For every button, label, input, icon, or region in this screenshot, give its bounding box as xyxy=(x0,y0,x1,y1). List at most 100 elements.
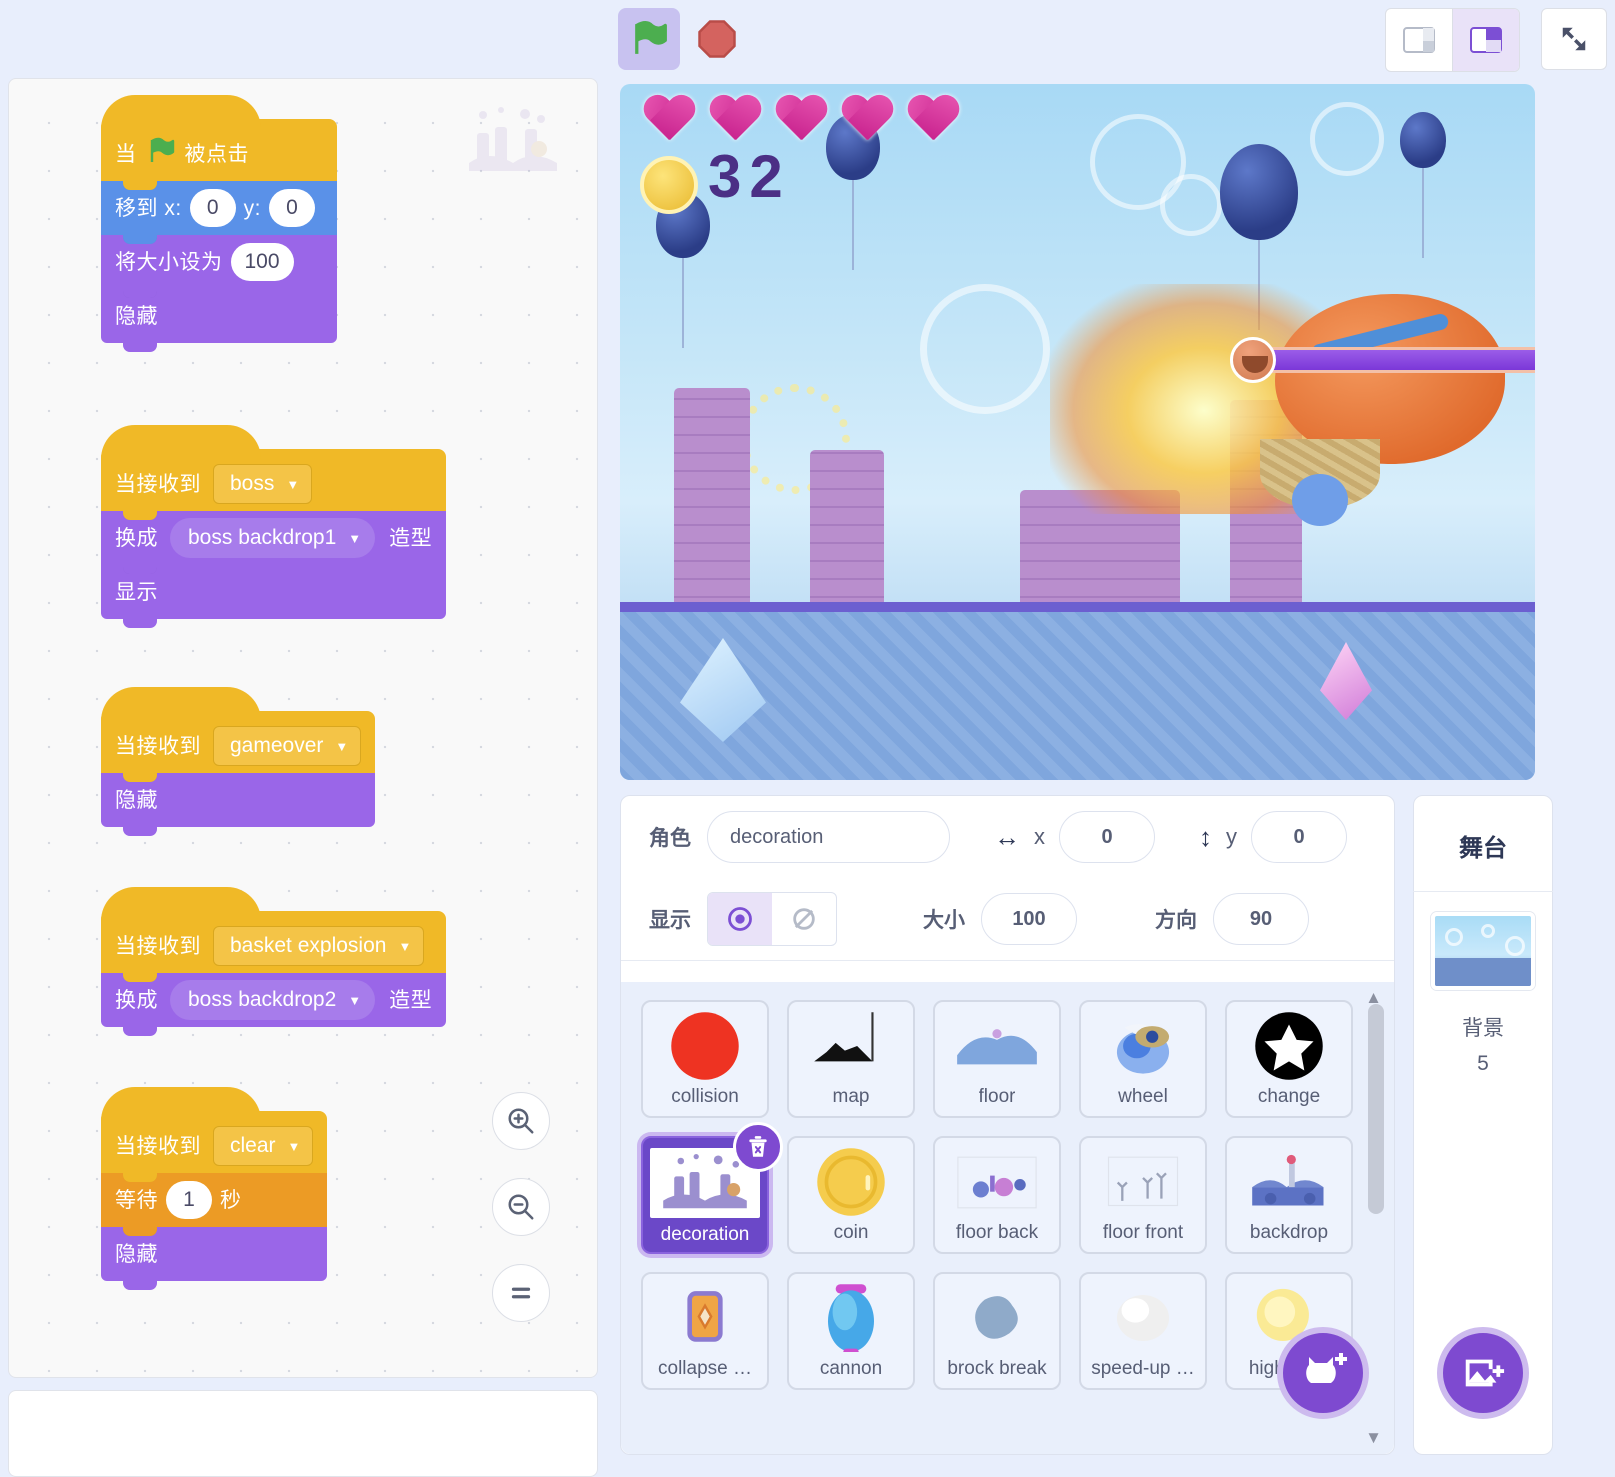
sprite-direction-label: 方向 xyxy=(1155,904,1197,934)
dropdown-costume-boss2[interactable]: boss backdrop2 ▼ xyxy=(170,980,375,1020)
zoom-out-button[interactable] xyxy=(492,1178,550,1236)
block-label-switch-post-1: 造型 xyxy=(389,528,432,549)
block-label-hide-3: 隐藏 xyxy=(115,1244,158,1265)
script-basket-explosion[interactable]: 当接收到 basket explosion ▼ 换成 boss backdrop… xyxy=(101,911,446,1027)
sprite-visibility-label: 显示 xyxy=(649,904,691,934)
large-stage-button[interactable] xyxy=(1453,9,1519,71)
script-boss[interactable]: 当接收到 boss ▼ 换成 boss backdrop1 ▼ 造型 显示 xyxy=(101,449,446,619)
floor-front-posts-icon xyxy=(1097,1148,1189,1216)
dropdown-message-clear[interactable]: clear ▼ xyxy=(213,1126,313,1166)
dropdown-message-boss[interactable]: boss ▼ xyxy=(213,464,312,504)
block-when-flag-clicked[interactable]: 当 被点击 xyxy=(101,119,337,181)
dropdown-costume-boss1[interactable]: boss backdrop1 ▼ xyxy=(170,518,375,558)
block-label-hide: 隐藏 xyxy=(115,306,158,327)
sprite-card-brock-break[interactable]: brock break xyxy=(933,1272,1061,1390)
sprite-card-cannon[interactable]: cannon xyxy=(787,1272,915,1390)
stage-backdrop-count: 5 xyxy=(1477,1052,1489,1076)
small-stage-button[interactable] xyxy=(1386,9,1452,71)
red-circle-icon xyxy=(659,1012,751,1080)
sprite-x-label: x xyxy=(1034,824,1045,850)
stage-ground xyxy=(620,602,1535,780)
sprite-card-label: floor xyxy=(979,1086,1016,1108)
stage-display[interactable]: 32 xyxy=(620,84,1535,780)
green-flag-button[interactable] xyxy=(618,8,680,70)
block-when-receive-gameover[interactable]: 当接收到 gameover ▼ xyxy=(101,711,375,773)
balloon-icon xyxy=(1400,112,1446,168)
score-value: 32 xyxy=(708,142,791,211)
blue-bird-goggles-icon xyxy=(1097,1012,1189,1080)
goto-y-input[interactable]: 0 xyxy=(269,189,315,227)
sprite-card-floor[interactable]: floor xyxy=(933,1000,1061,1118)
dropdown-value-clear: clear xyxy=(230,1134,276,1158)
show-sprite-button[interactable] xyxy=(708,893,772,945)
sprite-y-label: y xyxy=(1226,824,1237,850)
add-sprite-button[interactable] xyxy=(1277,1327,1369,1419)
speed-up-orb-icon xyxy=(1097,1284,1189,1352)
stop-button[interactable] xyxy=(690,12,744,66)
sprite-grid: collisionmapfloorwheelchangedecorationco… xyxy=(621,982,1394,1408)
script-green-flag[interactable]: 当 被点击 移到 x: 0 y: 0 将大小设为 100 隐藏 xyxy=(101,119,337,343)
sprite-card-wheel[interactable]: wheel xyxy=(1079,1000,1207,1118)
sprite-card-speed-up-[interactable]: speed-up … xyxy=(1079,1272,1207,1390)
fullscreen-button[interactable] xyxy=(1541,8,1607,70)
dropdown-value-boss: boss xyxy=(230,472,274,496)
block-label-seconds: 秒 xyxy=(220,1190,242,1211)
block-label-clicked: 被点击 xyxy=(185,144,250,165)
lives-display xyxy=(642,96,960,146)
collapse-tile-icon xyxy=(659,1284,751,1352)
stage-panel-title: 舞台 xyxy=(1459,796,1507,891)
sprite-card-backdrop[interactable]: backdrop xyxy=(1225,1136,1353,1254)
visibility-toggle xyxy=(707,892,837,946)
dropdown-message-gameover[interactable]: gameover ▼ xyxy=(213,726,361,766)
add-backdrop-button[interactable] xyxy=(1437,1327,1529,1419)
stage-backdrop-thumbnail[interactable] xyxy=(1431,912,1535,990)
cloud-swirl xyxy=(1310,102,1384,176)
chevron-down-icon: ▼ xyxy=(398,939,411,954)
block-when-receive-clear[interactable]: 当接收到 clear ▼ xyxy=(101,1111,327,1173)
block-when-receive-basket-explosion[interactable]: 当接收到 basket explosion ▼ xyxy=(101,911,446,973)
sprite-card-floor-front[interactable]: floor front xyxy=(1079,1136,1207,1254)
set-size-input[interactable]: 100 xyxy=(231,243,294,281)
code-panel-footer xyxy=(8,1390,598,1477)
sprite-card-label: backdrop xyxy=(1250,1222,1328,1244)
sprite-card-change[interactable]: change xyxy=(1225,1000,1353,1118)
x-axis-icon: ↔ xyxy=(994,822,1020,853)
gem-icon xyxy=(680,638,766,742)
block-when-receive-boss[interactable]: 当接收到 boss ▼ xyxy=(101,449,446,511)
script-gameover[interactable]: 当接收到 gameover ▼ 隐藏 xyxy=(101,711,375,827)
sprite-list-scrollbar[interactable] xyxy=(1368,1004,1384,1214)
block-label-when-receive-clear: 当接收到 xyxy=(115,1136,201,1157)
cannon-balloon-icon xyxy=(805,1284,897,1352)
sprite-x-input[interactable]: 0 xyxy=(1059,811,1155,863)
balloon-icon xyxy=(1220,144,1298,240)
stage-thumbnail-wrap[interactable]: 背景 5 xyxy=(1413,891,1553,1076)
zoom-reset-button[interactable] xyxy=(492,1264,550,1322)
sprite-card-label: change xyxy=(1258,1086,1320,1108)
sprite-name-input[interactable]: decoration xyxy=(707,811,950,863)
sprite-size-input[interactable]: 100 xyxy=(981,893,1077,945)
sprite-card-label: collapse … xyxy=(658,1358,752,1380)
dropdown-message-basket-explosion[interactable]: basket explosion ▼ xyxy=(213,926,424,966)
sprite-card-collapse-[interactable]: collapse … xyxy=(641,1272,769,1390)
sprite-card-label: collision xyxy=(671,1086,739,1108)
wait-seconds-input[interactable]: 1 xyxy=(166,1181,212,1219)
delete-sprite-button[interactable] xyxy=(733,1122,783,1172)
sprite-card-label: brock break xyxy=(947,1358,1046,1380)
sprite-y-input[interactable]: 0 xyxy=(1251,811,1347,863)
sprite-card-collision[interactable]: collision xyxy=(641,1000,769,1118)
coin-icon xyxy=(640,156,698,214)
sprite-card-coin[interactable]: coin xyxy=(787,1136,915,1254)
dropdown-value-gameover: gameover xyxy=(230,734,323,758)
dropdown-value-basket-explosion: basket explosion xyxy=(230,934,386,958)
sprite-card-floor-back[interactable]: floor back xyxy=(933,1136,1061,1254)
sprite-card-decoration[interactable]: decoration xyxy=(641,1136,769,1254)
scroll-down-arrow-icon[interactable]: ▼ xyxy=(1365,1428,1382,1448)
goto-x-input[interactable]: 0 xyxy=(190,189,236,227)
sprite-direction-input[interactable]: 90 xyxy=(1213,893,1309,945)
sprite-info-row-2: 显示 大小 100 方向 90 xyxy=(621,878,1394,960)
sprite-card-map[interactable]: map xyxy=(787,1000,915,1118)
hide-sprite-button[interactable] xyxy=(772,893,836,945)
script-clear[interactable]: 当接收到 clear ▼ 等待 1 秒 隐藏 xyxy=(101,1111,327,1281)
zoom-in-button[interactable] xyxy=(492,1092,550,1150)
block-label-when-receive-gameover: 当接收到 xyxy=(115,736,201,757)
